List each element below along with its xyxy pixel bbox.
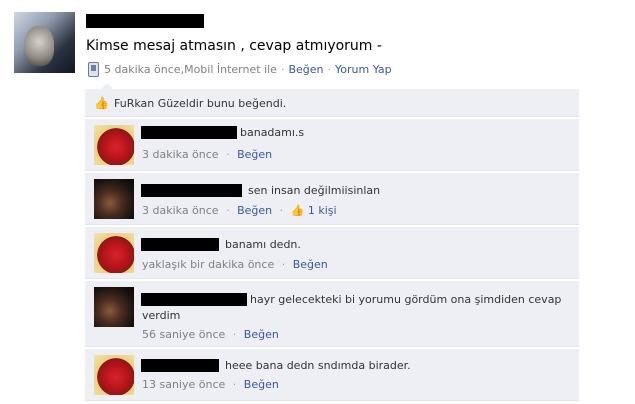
comment-time[interactable]: 3 dakika önce xyxy=(142,204,219,217)
thumbs-up-icon: 👍 xyxy=(290,204,305,217)
separator: · xyxy=(281,258,286,271)
comment-like-count[interactable]: 1 kişi xyxy=(308,204,337,217)
status-text: Kimse mesaj atmasın , cevap atmıyorum - xyxy=(86,38,382,54)
commenter-avatar[interactable] xyxy=(94,287,134,327)
commenter-name-redacted[interactable] xyxy=(141,238,219,251)
comment-text: banadamı.s xyxy=(240,126,305,139)
comment-text: hayr gelecekteki bi yorumu gördüm ona şi… xyxy=(142,293,562,322)
likes-text[interactable]: FuRkan Güzeldir bunu beğendi. xyxy=(114,97,286,110)
comment-meta: yaklaşık bir dakika önce · Beğen xyxy=(142,258,328,271)
post-comment-link[interactable]: Yorum Yap xyxy=(335,63,392,76)
commenter-name-redacted[interactable] xyxy=(141,126,237,139)
comment-like-link[interactable]: Beğen xyxy=(293,258,328,271)
author-avatar[interactable] xyxy=(14,12,75,73)
separator: · xyxy=(279,204,284,217)
likes-summary: 👍 FuRkan Güzeldir bunu beğendi. xyxy=(85,83,579,117)
comment-time[interactable]: 3 dakika önce xyxy=(142,148,219,161)
comment-text: sen insan değilmiisinlan xyxy=(248,184,381,197)
post-like-link[interactable]: Beğen xyxy=(288,63,323,76)
separator: · xyxy=(232,328,237,341)
separator: · xyxy=(226,204,230,217)
commenter-name-redacted[interactable] xyxy=(141,359,219,372)
comment-item: banamı dedn. yaklaşık bir dakika önce · … xyxy=(85,227,579,279)
post-via: Mobil İnternet ile xyxy=(184,63,277,76)
separator: · xyxy=(226,148,230,161)
comment-item: sen insan değilmiisinlan 3 dakika önce ·… xyxy=(85,173,579,225)
comment-meta: 56 saniye önce · Beğen xyxy=(142,328,279,341)
separator: · xyxy=(232,378,237,391)
comment-meta: 3 dakika önce · Beğen xyxy=(142,148,272,161)
commenter-avatar[interactable] xyxy=(94,233,134,273)
comment-time[interactable]: 13 saniye önce xyxy=(142,378,225,391)
comment-meta: 3 dakika önce · Beğen · 👍 1 kişi xyxy=(142,204,337,217)
comment-time[interactable]: yaklaşık bir dakika önce xyxy=(142,258,274,271)
separator: · xyxy=(327,63,332,76)
comment-item: banadamı.s 3 dakika önce · Beğen xyxy=(85,119,579,171)
comment-like-link[interactable]: Beğen xyxy=(237,204,272,217)
comment-text: banamı dedn. xyxy=(225,238,301,251)
post-meta: 5 dakika önce , Mobil İnternet ile · Beğ… xyxy=(88,62,392,77)
commenter-name-redacted[interactable] xyxy=(141,184,242,197)
comment-like-link[interactable]: Beğen xyxy=(237,148,272,161)
commenter-avatar[interactable] xyxy=(94,179,134,219)
commenter-avatar[interactable] xyxy=(94,125,134,165)
mobile-phone-icon xyxy=(88,62,99,77)
comment-item: hayr gelecekteki bi yorumu gördüm ona şi… xyxy=(85,281,579,347)
commenter-avatar[interactable] xyxy=(94,355,134,395)
post-time[interactable]: 5 dakika önce xyxy=(104,63,181,76)
thumbs-up-icon: 👍 xyxy=(94,96,109,110)
avatar-photo xyxy=(24,26,54,66)
separator: · xyxy=(280,63,285,76)
comment-item: heee bana dedn sndımda birader. 13 saniy… xyxy=(85,349,579,401)
comment-meta: 13 saniye önce · Beğen xyxy=(142,378,279,391)
status-post: Kimse mesaj atmasın , cevap atmıyorum - … xyxy=(0,0,635,404)
comment-text: heee bana dedn sndımda birader. xyxy=(225,359,411,372)
comment-like-link[interactable]: Beğen xyxy=(244,328,279,341)
comment-time[interactable]: 56 saniye önce xyxy=(142,328,225,341)
comment-like-link[interactable]: Beğen xyxy=(244,378,279,391)
author-name-redacted[interactable] xyxy=(86,14,204,28)
